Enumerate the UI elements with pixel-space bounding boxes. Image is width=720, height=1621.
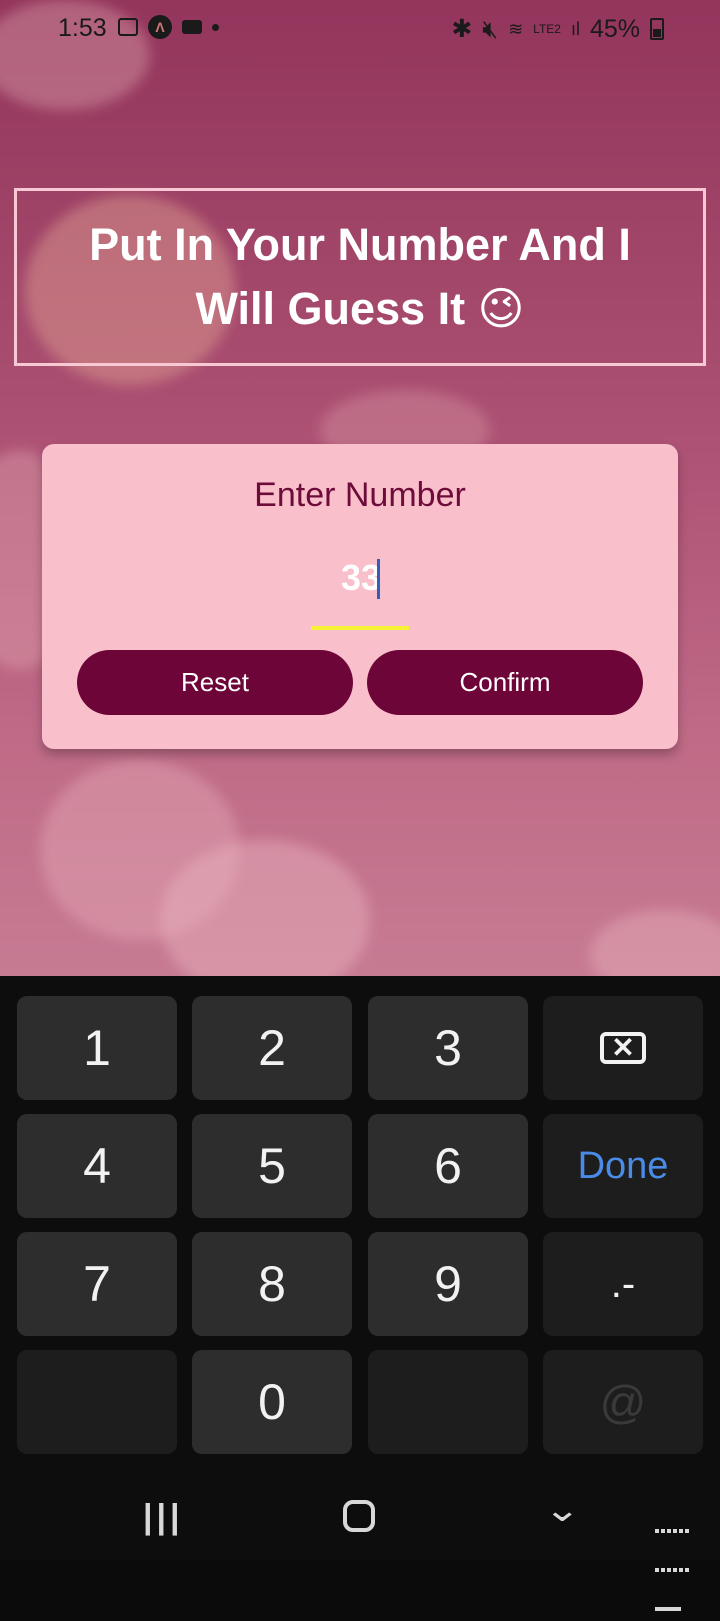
number-input-card: Enter Number Reset Confirm	[42, 444, 678, 749]
key-0[interactable]: 0	[192, 1350, 352, 1454]
status-time: 1:53	[58, 14, 107, 42]
text-cursor	[377, 559, 380, 599]
gallery-icon	[118, 18, 138, 36]
key-9[interactable]: 9	[368, 1232, 528, 1336]
key-4[interactable]: 4	[17, 1114, 177, 1218]
key-5[interactable]: 5	[192, 1114, 352, 1218]
back-chevron-down-icon[interactable]: ⌄	[544, 1490, 581, 1530]
mute-icon: 🔇︎	[482, 14, 499, 43]
key-6[interactable]: 6	[368, 1114, 528, 1218]
at-key[interactable]: @	[543, 1350, 703, 1454]
key-7[interactable]: 7	[17, 1232, 177, 1336]
confirm-button[interactable]: Confirm	[367, 650, 643, 715]
recent-apps-icon[interactable]: |||	[143, 1498, 184, 1537]
key-3[interactable]: 3	[368, 996, 528, 1100]
page-title: Put In Your Number And I Will Guess It 😉	[89, 219, 631, 334]
backspace-icon: ✕	[600, 1032, 646, 1064]
done-label: Done	[577, 1144, 669, 1187]
battery-icon	[650, 18, 664, 40]
battery-percent: 45%	[589, 14, 640, 43]
numeric-keyboard: 1 2 3 ✕ 4 5 6 Done 7 8 9 .- 0 @	[0, 976, 720, 1480]
status-bar: 1:53 Λ ✱ 🔇︎ ≋ LTE2 ıl 45%	[0, 0, 720, 56]
key-2[interactable]: 2	[192, 996, 352, 1100]
enter-number-label: Enter Number	[254, 476, 466, 514]
number-input[interactable]	[312, 548, 410, 608]
navigation-bar: ||| ⌄	[0, 1480, 720, 1611]
app-notification-icon: Λ	[148, 15, 172, 39]
empty-key-left	[17, 1350, 177, 1454]
key-1[interactable]: 1	[17, 996, 177, 1100]
input-underline	[311, 626, 409, 630]
title-box: Put In Your Number And I Will Guess It 😉	[14, 188, 706, 366]
reset-button[interactable]: Reset	[77, 650, 353, 715]
video-camera-icon	[182, 20, 202, 34]
key-8[interactable]: 8	[192, 1232, 352, 1336]
dot-dash-key[interactable]: .-	[543, 1232, 703, 1336]
bluetooth-icon: ✱	[451, 15, 473, 43]
lte-icon: LTE2	[533, 22, 561, 36]
backspace-key[interactable]: ✕	[543, 996, 703, 1100]
wifi-icon: ≋	[508, 18, 524, 39]
at-label: @	[599, 1376, 647, 1428]
home-icon[interactable]	[343, 1500, 375, 1532]
signal-icon: ıl	[570, 18, 580, 39]
empty-key-right	[368, 1350, 528, 1454]
done-key[interactable]: Done	[543, 1114, 703, 1218]
keyboard-switch-icon[interactable]	[654, 1504, 690, 1611]
app-background: 1:53 Λ ✱ 🔇︎ ≋ LTE2 ıl 45% Put In Your Nu…	[0, 0, 720, 976]
more-notifications-dot-icon	[212, 23, 219, 31]
